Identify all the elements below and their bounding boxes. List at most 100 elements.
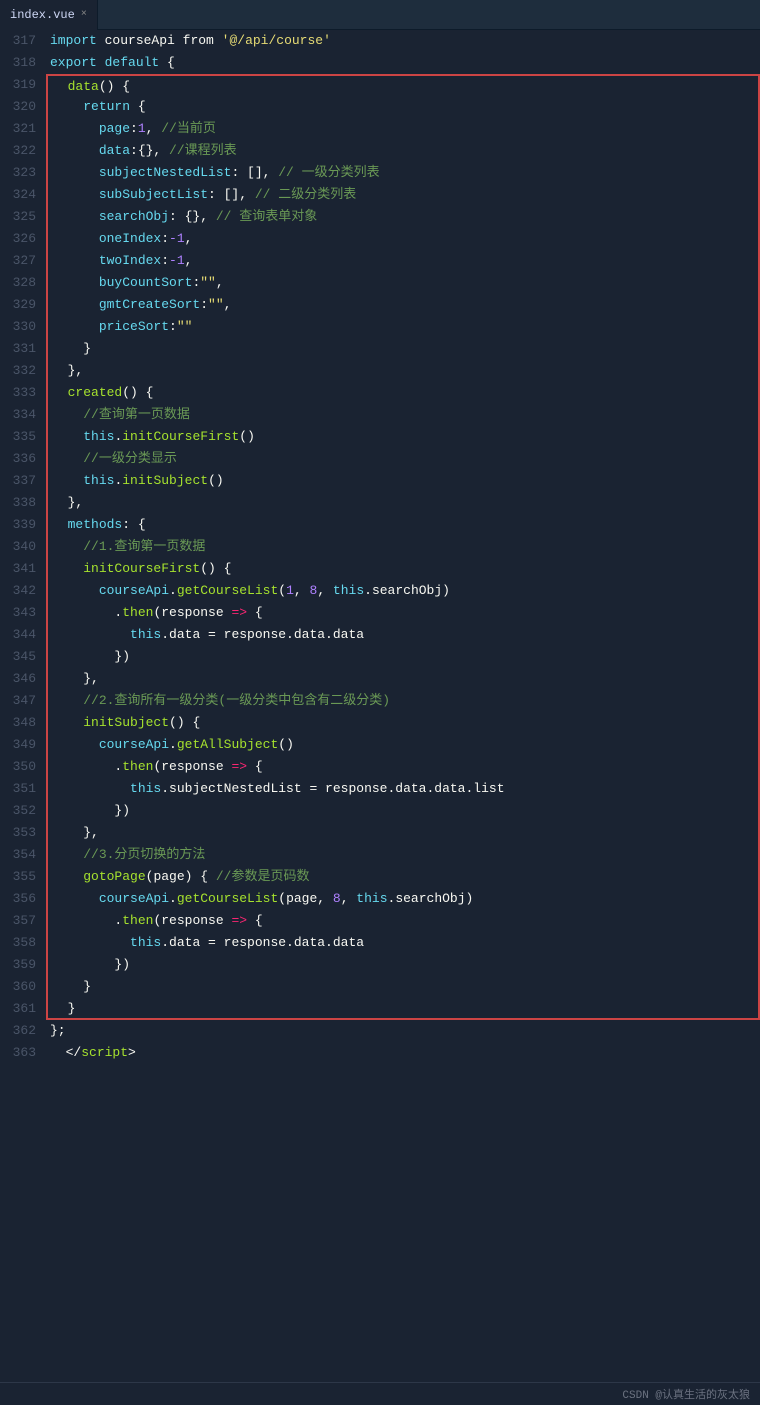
line-num-362: 362: [6, 1020, 36, 1042]
code-line-351: this.subjectNestedList = response.data.d…: [46, 778, 760, 800]
code-line-340: //1.查询第一页数据: [46, 536, 760, 558]
code-line-356: courseApi.getCourseList(page, 8, this.se…: [46, 888, 760, 910]
code-line-325: searchObj: {}, // 查询表单对象: [46, 206, 760, 228]
code-line-335: this.initCourseFirst(): [46, 426, 760, 448]
line-num-324: 324: [6, 184, 36, 206]
line-num-341: 341: [6, 558, 36, 580]
code-line-326: oneIndex:-1,: [46, 228, 760, 250]
line-num-337: 337: [6, 470, 36, 492]
line-num-353: 353: [6, 822, 36, 844]
tab-index-vue[interactable]: index.vue ×: [0, 0, 98, 30]
line-num-361: 361: [6, 998, 36, 1020]
code-line-320: return {: [46, 96, 760, 118]
code-line-342: courseApi.getCourseList(1, 8, this.searc…: [46, 580, 760, 602]
line-num-339: 339: [6, 514, 36, 536]
line-num-352: 352: [6, 800, 36, 822]
code-line-360: }: [46, 976, 760, 998]
line-num-332: 332: [6, 360, 36, 382]
code-line-327: twoIndex:-1,: [46, 250, 760, 272]
line-num-342: 342: [6, 580, 36, 602]
code-line-336: //一级分类显示: [46, 448, 760, 470]
line-num-338: 338: [6, 492, 36, 514]
line-num-347: 347: [6, 690, 36, 712]
line-num-336: 336: [6, 448, 36, 470]
code-line-322: data:{}, //课程列表: [46, 140, 760, 162]
code-line-363: </script>: [46, 1042, 760, 1064]
code-line-338: },: [46, 492, 760, 514]
code-line-341: initCourseFirst() {: [46, 558, 760, 580]
code-line-343: .then(response => {: [46, 602, 760, 624]
line-num-344: 344: [6, 624, 36, 646]
line-num-335: 335: [6, 426, 36, 448]
code-line-347: //2.查询所有一级分类(一级分类中包含有二级分类): [46, 690, 760, 712]
code-line-348: initSubject() {: [46, 712, 760, 734]
line-num-358: 358: [6, 932, 36, 954]
code-line-344: this.data = response.data.data: [46, 624, 760, 646]
line-num-320: 320: [6, 96, 36, 118]
line-num-318: 318: [6, 52, 36, 74]
code-line-346: },: [46, 668, 760, 690]
editor: 317 318 319 320 321 322 323 324 325 326 …: [0, 30, 760, 1064]
code-line-323: subjectNestedList: [], // 一级分类列表: [46, 162, 760, 184]
line-num-328: 328: [6, 272, 36, 294]
line-num-349: 349: [6, 734, 36, 756]
code-line-339: methods: {: [46, 514, 760, 536]
code-line-353: },: [46, 822, 760, 844]
line-num-333: 333: [6, 382, 36, 404]
line-numbers-panel: 317 318 319 320 321 322 323 324 325 326 …: [0, 30, 46, 1064]
code-line-331: }: [46, 338, 760, 360]
code-line-350: .then(response => {: [46, 756, 760, 778]
line-num-355: 355: [6, 866, 36, 888]
line-num-319: 319: [6, 74, 36, 96]
code-line-337: this.initSubject(): [46, 470, 760, 492]
code-line-349: courseApi.getAllSubject(): [46, 734, 760, 756]
line-num-325: 325: [6, 206, 36, 228]
tab-close-icon[interactable]: ×: [81, 9, 87, 20]
line-num-357: 357: [6, 910, 36, 932]
line-num-331: 331: [6, 338, 36, 360]
line-num-327: 327: [6, 250, 36, 272]
code-line-333: created() {: [46, 382, 760, 404]
status-bar: CSDN @认真生活的灰太狼: [0, 1382, 760, 1405]
line-num-317: 317: [6, 30, 36, 52]
line-num-340: 340: [6, 536, 36, 558]
code-line-354: //3.分页切换的方法: [46, 844, 760, 866]
code-line-319: data() {: [46, 74, 760, 96]
line-num-350: 350: [6, 756, 36, 778]
line-num-363: 363: [6, 1042, 36, 1064]
line-num-356: 356: [6, 888, 36, 910]
code-line-355: gotoPage(page) { //参数是页码数: [46, 866, 760, 888]
code-line-334: //查询第一页数据: [46, 404, 760, 426]
line-num-343: 343: [6, 602, 36, 624]
line-num-360: 360: [6, 976, 36, 998]
code-line-329: gmtCreateSort:"",: [46, 294, 760, 316]
line-num-330: 330: [6, 316, 36, 338]
code-line-361: }: [46, 998, 760, 1020]
code-line-317: import courseApi from '@/api/course': [46, 30, 760, 52]
code-line-362: };: [46, 1020, 760, 1042]
code-line-352: }): [46, 800, 760, 822]
code-line-330: priceSort:"": [46, 316, 760, 338]
code-line-321: page:1, //当前页: [46, 118, 760, 140]
line-num-321: 321: [6, 118, 36, 140]
tab-bar: index.vue ×: [0, 0, 760, 30]
line-num-346: 346: [6, 668, 36, 690]
code-line-332: },: [46, 360, 760, 382]
tab-filename: index.vue: [10, 8, 75, 22]
line-num-326: 326: [6, 228, 36, 250]
code-line-345: }): [46, 646, 760, 668]
line-num-322: 322: [6, 140, 36, 162]
line-num-359: 359: [6, 954, 36, 976]
code-line-359: }): [46, 954, 760, 976]
line-num-323: 323: [6, 162, 36, 184]
line-num-345: 345: [6, 646, 36, 668]
code-line-324: subSubjectList: [], // 二级分类列表: [46, 184, 760, 206]
line-num-354: 354: [6, 844, 36, 866]
code-line-357: .then(response => {: [46, 910, 760, 932]
code-line-358: this.data = response.data.data: [46, 932, 760, 954]
code-line-318: export default {: [46, 52, 760, 74]
code-line-328: buyCountSort:"",: [46, 272, 760, 294]
line-num-351: 351: [6, 778, 36, 800]
line-num-348: 348: [6, 712, 36, 734]
code-panel: import courseApi from '@/api/course' exp…: [46, 30, 760, 1064]
